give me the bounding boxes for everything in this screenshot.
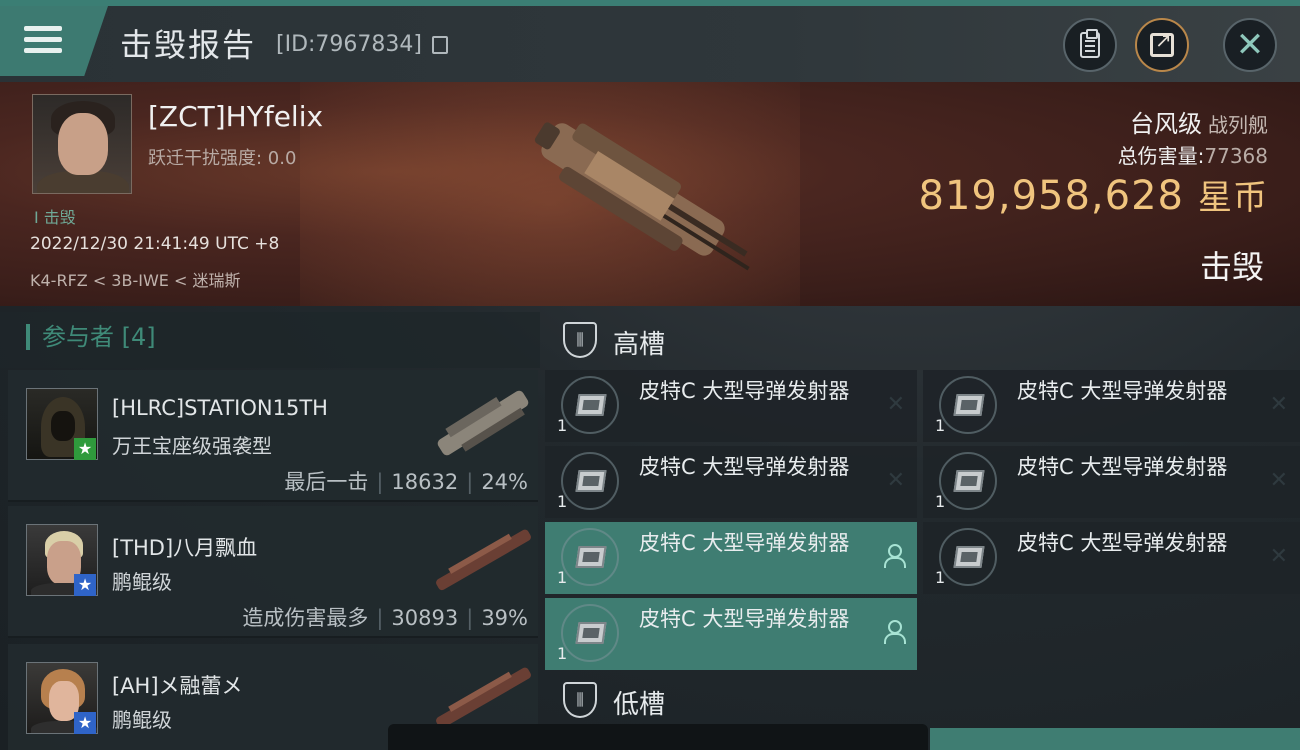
x-mark-icon: ✕ bbox=[1269, 544, 1288, 569]
close-button[interactable]: ✕ bbox=[1223, 18, 1277, 72]
high-slot-label: 高槽 bbox=[613, 330, 666, 360]
module-name: 皮特C 大型导弹发射器 bbox=[1017, 379, 1228, 403]
missile-launcher-icon bbox=[561, 604, 619, 662]
x-mark-icon: ✕ bbox=[1269, 392, 1288, 417]
module-quantity: 1 bbox=[935, 568, 946, 587]
participant-row[interactable]: ★ [THD]八月飘血 鹏鲲级 造成伤害最多 | 30893 | 39% bbox=[8, 506, 538, 638]
module-name: 皮特C 大型导弹发射器 bbox=[1017, 455, 1228, 479]
participant-name: [HLRC]STATION15TH bbox=[112, 396, 328, 420]
header-bar: 击毁报告 [ID:7967834] ✕ bbox=[0, 6, 1300, 82]
victim-avatar[interactable] bbox=[32, 94, 132, 194]
participant-stats: 最后一击 | 18632 | 24% bbox=[284, 470, 528, 494]
missile-launcher-icon bbox=[561, 452, 619, 510]
bottom-overlay-bar bbox=[388, 724, 928, 750]
x-mark-icon: ✕ bbox=[886, 392, 905, 417]
missile-launcher-icon bbox=[939, 528, 997, 586]
participant-ship: 鹏鲲级 bbox=[112, 708, 172, 732]
share-button[interactable] bbox=[1135, 18, 1189, 72]
module-name: 皮特C 大型导弹发射器 bbox=[639, 379, 850, 403]
module-name: 皮特C 大型导弹发射器 bbox=[1017, 531, 1228, 555]
missile-launcher-icon bbox=[561, 528, 619, 586]
isk-value: 819,958,628 星币 bbox=[918, 173, 1268, 219]
participants-title: 参与者 [4] bbox=[26, 324, 156, 350]
low-slot-label: 低槽 bbox=[613, 690, 666, 720]
module-quantity: 1 bbox=[557, 568, 568, 587]
module-item[interactable]: 1 皮特C 大型导弹发射器 ✕ bbox=[923, 370, 1300, 442]
shield-slot-icon: ⫼ bbox=[563, 682, 597, 718]
module-quantity: 1 bbox=[557, 492, 568, 511]
kill-time: 2022/12/30 21:41:49 UTC +8 bbox=[30, 234, 280, 254]
participant-name: [THD]八月飘血 bbox=[112, 536, 258, 560]
module-item[interactable]: 1 皮特C 大型导弹发射器 bbox=[545, 598, 917, 670]
participant-row[interactable]: ★ [HLRC]STATION15TH 万王宝座级强袭型 最后一击 | 18632 |… bbox=[8, 370, 538, 502]
kill-tag: I 击毁 bbox=[34, 208, 76, 227]
kill-banner: [ZCT]HYfelix 跃迁干扰强度: 0.0 I 击毁 2022/12/30… bbox=[0, 82, 1300, 306]
page-title: 击毁报告 bbox=[120, 26, 257, 64]
low-slot-header: ⫼ 低槽 bbox=[545, 672, 1300, 728]
killmail-window: 击毁报告 [ID:7967834] ✕ [ZCT]HYfelix 跃迁干扰强度:… bbox=[0, 0, 1300, 750]
module-quantity: 1 bbox=[935, 492, 946, 511]
participant-ship: 万王宝座级强袭型 bbox=[112, 434, 272, 458]
participant-name: [AH]メ融蕾メ bbox=[112, 674, 243, 698]
menu-button[interactable] bbox=[0, 6, 108, 76]
shield-slot-icon: ⫼ bbox=[563, 322, 597, 358]
victim-ship-class: 台风级 战列舰 bbox=[1130, 110, 1268, 138]
participant-badge: ★ bbox=[74, 574, 96, 596]
x-mark-icon: ✕ bbox=[886, 468, 905, 493]
missile-launcher-icon bbox=[939, 452, 997, 510]
participant-ship-image bbox=[437, 390, 529, 456]
total-damage: 总伤害量:77368 bbox=[1117, 144, 1268, 168]
close-icon: ✕ bbox=[1235, 25, 1265, 65]
module-item[interactable]: 1 皮特C 大型导弹发射器 ✕ bbox=[545, 446, 917, 518]
victim-ship-image[interactable] bbox=[520, 100, 780, 300]
module-item[interactable]: 1 皮特C 大型导弹发射器 bbox=[545, 522, 917, 594]
participant-ship: 鹏鲲级 bbox=[112, 570, 172, 594]
kill-location[interactable]: K4-RFZ < 3B-IWE < 迷瑞斯 bbox=[30, 267, 240, 291]
high-slot-header: ⫼ 高槽 bbox=[545, 312, 1300, 368]
missile-launcher-icon bbox=[939, 376, 997, 434]
module-name: 皮特C 大型导弹发射器 bbox=[639, 455, 850, 479]
person-icon bbox=[883, 620, 906, 646]
module-item[interactable]: 1 皮特C 大型导弹发射器 ✕ bbox=[545, 370, 917, 442]
clipboard-icon bbox=[1080, 29, 1100, 58]
participant-stats: 造成伤害最多 | 30893 | 39% bbox=[242, 606, 528, 630]
module-name: 皮特C 大型导弹发射器 bbox=[639, 531, 850, 555]
module-item[interactable]: 1 皮特C 大型导弹发射器 ✕ bbox=[923, 446, 1300, 518]
share-icon bbox=[1150, 28, 1174, 57]
low-slot-module-peek[interactable] bbox=[930, 728, 1300, 750]
module-name: 皮特C 大型导弹发射器 bbox=[639, 607, 850, 631]
hamburger-icon bbox=[24, 24, 62, 56]
copy-icon[interactable] bbox=[432, 36, 448, 54]
person-icon bbox=[883, 544, 906, 570]
victim-name[interactable]: [ZCT]HYfelix bbox=[148, 100, 323, 133]
module-quantity: 1 bbox=[557, 416, 568, 435]
module-quantity: 1 bbox=[935, 416, 946, 435]
clipboard-button[interactable] bbox=[1063, 18, 1117, 72]
module-quantity: 1 bbox=[557, 644, 568, 663]
module-item[interactable]: 1 皮特C 大型导弹发射器 ✕ bbox=[923, 522, 1300, 594]
participant-badge: ★ bbox=[74, 438, 96, 460]
missile-launcher-icon bbox=[561, 376, 619, 434]
participant-ship-image bbox=[436, 529, 531, 591]
warp-disruption-strength: 跃迁干扰强度: 0.0 bbox=[148, 148, 297, 169]
kill-status: 击毁 bbox=[1199, 248, 1264, 286]
participant-badge: ★ bbox=[74, 712, 96, 734]
report-id: [ID:7967834] bbox=[276, 32, 422, 57]
x-mark-icon: ✕ bbox=[1269, 468, 1288, 493]
